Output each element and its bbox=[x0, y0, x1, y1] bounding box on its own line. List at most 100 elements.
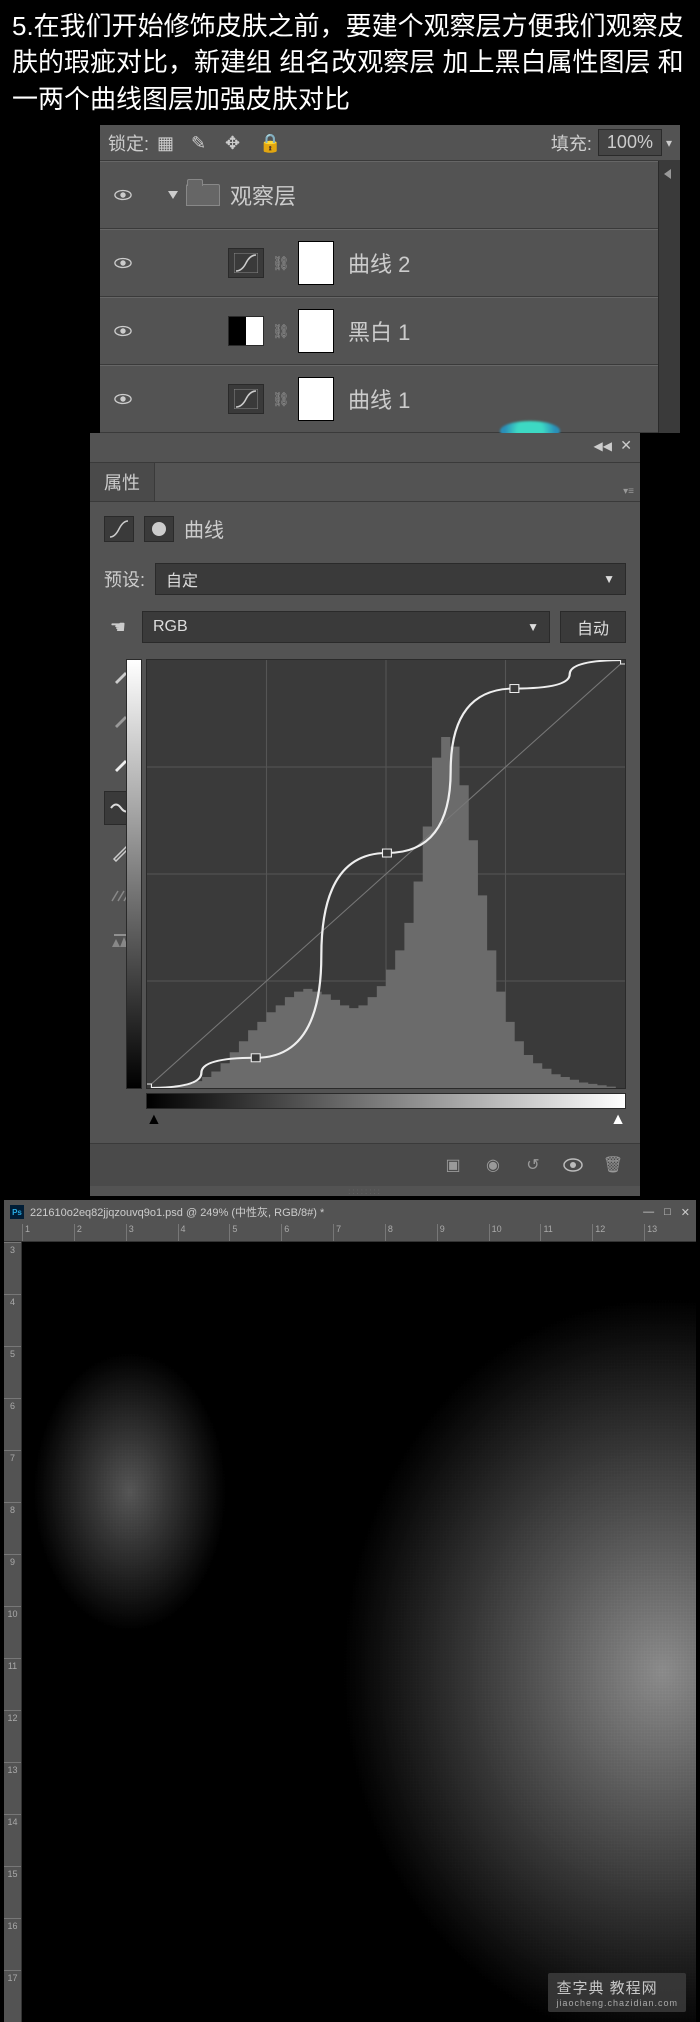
curves-adjustment-icon bbox=[228, 384, 264, 414]
ruler-tick: 10 bbox=[489, 1224, 541, 1241]
document-title-bar[interactable]: Ps 221610o2eq82jjqzouvq9o1.psd @ 249% (中… bbox=[4, 1200, 696, 1224]
properties-panel: ◀◀ ✕ 属性 ▾≡ 曲线 预设: 自定 ▼ ☚ RGB ▼ 自动 bbox=[90, 433, 640, 1196]
layer-row[interactable]: ⛓ 曲线 1 bbox=[100, 365, 680, 433]
auto-button[interactable]: 自动 bbox=[560, 611, 626, 643]
folder-expand-icon[interactable] bbox=[168, 191, 178, 199]
ruler-tick: 1 bbox=[22, 1224, 74, 1241]
properties-tab[interactable]: 属性 bbox=[90, 463, 155, 501]
lock-transparency-icon[interactable]: ▦ bbox=[157, 133, 177, 153]
chevron-down-icon: ▼ bbox=[527, 620, 539, 634]
view-previous-icon[interactable]: ◉ bbox=[482, 1154, 504, 1176]
ruler-tick: 7 bbox=[333, 1224, 385, 1241]
panel-grip[interactable]: :::::::: bbox=[90, 1186, 640, 1196]
input-gradient bbox=[146, 1093, 626, 1109]
visibility-icon[interactable] bbox=[108, 325, 138, 337]
ruler-tick: 8 bbox=[4, 1502, 21, 1554]
link-icon[interactable]: ⛓ bbox=[272, 323, 290, 340]
panel-menu-icon[interactable]: ▾≡ bbox=[623, 486, 634, 497]
output-gradient bbox=[126, 659, 142, 1089]
maximize-icon[interactable]: □ bbox=[664, 1206, 671, 1219]
fill-label: 填充: bbox=[551, 130, 592, 156]
layer-row[interactable]: ⛓ 曲线 2 bbox=[100, 229, 680, 297]
ruler-tick: 9 bbox=[437, 1224, 489, 1241]
layer-row[interactable]: ⛓ 黑白 1 bbox=[100, 297, 680, 365]
ruler-tick: 5 bbox=[229, 1224, 281, 1241]
mask-thumbnail[interactable] bbox=[298, 377, 334, 421]
ruler-tick: 4 bbox=[178, 1224, 230, 1241]
mask-thumbnail[interactable] bbox=[298, 309, 334, 353]
targeted-adjustment-icon[interactable]: ☚ bbox=[104, 613, 132, 641]
group-name[interactable]: 观察层 bbox=[230, 179, 296, 211]
layer-group-row[interactable]: 观察层 bbox=[100, 161, 680, 229]
white-slider-icon[interactable]: ▲ bbox=[610, 1111, 626, 1129]
lock-all-icon[interactable]: 🔒 bbox=[259, 133, 279, 153]
ruler-tick: 11 bbox=[4, 1658, 21, 1710]
curves-graph-area[interactable] bbox=[146, 659, 626, 1089]
ruler-tick: 13 bbox=[644, 1224, 696, 1241]
link-icon[interactable]: ⛓ bbox=[272, 255, 290, 272]
watermark-sub: jiaocheng.chazidian.com bbox=[556, 1998, 678, 2008]
chevron-down-icon: ▼ bbox=[603, 572, 615, 586]
delete-icon[interactable]: 🗑 bbox=[602, 1154, 624, 1176]
chevron-down-icon[interactable]: ▾ bbox=[666, 136, 672, 150]
photoshop-icon: Ps bbox=[10, 1205, 24, 1219]
layer-name[interactable]: 曲线 2 bbox=[348, 247, 410, 279]
visibility-icon[interactable] bbox=[108, 257, 138, 269]
close-icon[interactable]: ✕ bbox=[681, 1206, 690, 1219]
layer-name[interactable]: 黑白 1 bbox=[348, 315, 410, 347]
black-slider-icon[interactable]: ▲ bbox=[146, 1111, 162, 1129]
minimize-icon[interactable]: — bbox=[643, 1206, 654, 1219]
ruler-tick: 11 bbox=[540, 1224, 592, 1241]
close-icon[interactable]: ✕ bbox=[620, 437, 632, 454]
ruler-tick: 4 bbox=[4, 1294, 21, 1346]
lock-label: 锁定: bbox=[108, 130, 149, 156]
curves-graph[interactable]: ▲ ▲ bbox=[146, 659, 626, 1129]
preset-row: 预设: 自定 ▼ bbox=[90, 555, 640, 603]
channel-value: RGB bbox=[153, 618, 188, 636]
ruler-tick: 6 bbox=[4, 1398, 21, 1450]
ruler-tick: 6 bbox=[281, 1224, 333, 1241]
curves-icon bbox=[104, 516, 134, 542]
ruler-tick: 14 bbox=[4, 1814, 21, 1866]
lock-position-icon[interactable]: ✥ bbox=[225, 133, 245, 153]
mask-icon[interactable] bbox=[144, 516, 174, 542]
fill-value[interactable]: 100% bbox=[598, 129, 662, 156]
ruler-tick: 16 bbox=[4, 1918, 21, 1970]
channel-row: ☚ RGB ▼ 自动 bbox=[90, 603, 640, 651]
layer-name[interactable]: 曲线 1 bbox=[348, 383, 410, 415]
ruler-tick: 2 bbox=[74, 1224, 126, 1241]
document-canvas[interactable]: 查字典 教程网 jiaocheng.chazidian.com bbox=[22, 1242, 696, 2022]
toggle-visibility-icon[interactable] bbox=[562, 1154, 584, 1176]
watermark: 查字典 教程网 jiaocheng.chazidian.com bbox=[548, 1973, 686, 2012]
arrow-left-icon bbox=[664, 169, 671, 179]
instruction-text: 5.在我们开始修饰皮肤之前，要建个观察层方便我们观察皮肤的瑕疵对比，新建组 组名… bbox=[0, 0, 700, 125]
link-icon[interactable]: ⛓ bbox=[272, 391, 290, 408]
channel-dropdown[interactable]: RGB ▼ bbox=[142, 611, 550, 643]
lock-pixels-icon[interactable]: ✎ bbox=[191, 133, 211, 153]
collapse-icon[interactable]: ◀◀ bbox=[594, 439, 612, 453]
mask-thumbnail[interactable] bbox=[298, 241, 334, 285]
ruler-tick: 13 bbox=[4, 1762, 21, 1814]
ruler-tick: 3 bbox=[126, 1224, 178, 1241]
horizontal-ruler[interactable]: 12345678910111213 bbox=[4, 1224, 696, 1242]
preset-dropdown[interactable]: 自定 ▼ bbox=[155, 563, 626, 595]
adjustment-title: 曲线 bbox=[184, 514, 224, 543]
ruler-tick: 15 bbox=[4, 1866, 21, 1918]
adjustment-title-row: 曲线 bbox=[90, 502, 640, 555]
visibility-icon[interactable] bbox=[108, 393, 138, 405]
ruler-tick: 3 bbox=[4, 1242, 21, 1294]
reset-icon[interactable]: ↺ bbox=[522, 1154, 544, 1176]
clip-to-layer-icon[interactable]: ▣ bbox=[442, 1154, 464, 1176]
ruler-tick: 10 bbox=[4, 1606, 21, 1658]
ruler-tick: 17 bbox=[4, 1970, 21, 2022]
preset-value: 自定 bbox=[166, 567, 198, 591]
vertical-ruler[interactable]: 34567891011121314151617 bbox=[4, 1242, 22, 2022]
preset-label: 预设: bbox=[104, 566, 145, 592]
properties-footer: ▣ ◉ ↺ 🗑 bbox=[90, 1143, 640, 1186]
black-white-adjustment-icon bbox=[228, 316, 264, 346]
ruler-tick: 7 bbox=[4, 1450, 21, 1502]
lock-row: 锁定: ▦ ✎ ✥ 🔒 填充: 100% ▾ bbox=[100, 125, 680, 161]
panel-scrollbar[interactable] bbox=[658, 161, 680, 433]
visibility-icon[interactable] bbox=[108, 189, 138, 201]
image-content bbox=[22, 1242, 696, 2022]
